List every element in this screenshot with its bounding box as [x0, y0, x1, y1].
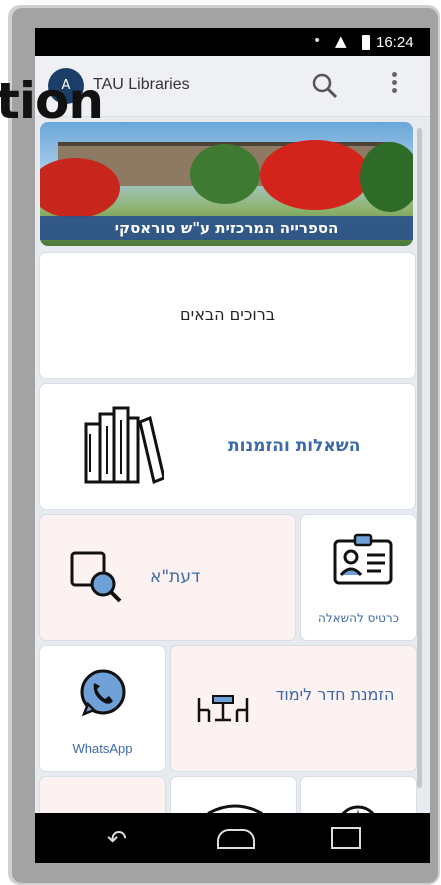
- scrollbar[interactable]: [417, 128, 422, 788]
- overlay-text: tion: [0, 72, 104, 130]
- phone-screen: • ▲ 16:24 A TAU Libraries הספרייה המרכזי…: [35, 28, 430, 863]
- table-chairs-icon: [197, 695, 249, 722]
- home-icon[interactable]: [217, 829, 255, 849]
- overflow-menu-icon[interactable]: [392, 72, 398, 96]
- banner-caption: הספרייה המרכזית ע"ש סוראסקי: [40, 216, 413, 240]
- loan-card-label: כרטיס להשאלה: [317, 611, 400, 625]
- loans-reservations-label: השאלות והזמנות: [228, 436, 361, 456]
- status-bar: • ▲ 16:24: [35, 28, 430, 56]
- search-icon[interactable]: [311, 72, 339, 100]
- wifi-icon: ▲: [335, 32, 347, 50]
- welcome-label: ברוכים הבאים: [180, 305, 275, 324]
- daata-label: דעת"א: [150, 567, 201, 587]
- books-icon: [84, 406, 164, 485]
- battery-icon: [362, 35, 370, 50]
- recent-apps-icon[interactable]: [331, 827, 361, 849]
- daata-tile[interactable]: דעת"א: [39, 514, 296, 641]
- welcome-tile[interactable]: ברוכים הבאים: [39, 252, 416, 379]
- loans-reservations-tile[interactable]: השאלות והזמנות: [39, 383, 416, 510]
- study-room-label: הזמנת חדר לימוד: [275, 685, 395, 704]
- whatsapp-label: WhatsApp: [72, 741, 133, 756]
- search-document-icon: [70, 551, 122, 603]
- status-time: 16:24: [376, 34, 414, 51]
- whatsapp-tile[interactable]: WhatsApp: [39, 645, 166, 772]
- study-room-tile[interactable]: הזמנת חדר לימוד: [170, 645, 417, 772]
- library-banner: הספרייה המרכזית ע"ש סוראסקי: [40, 122, 413, 246]
- app-title: TAU Libraries: [93, 76, 190, 93]
- bluetooth-icon: •: [313, 33, 322, 49]
- back-icon[interactable]: ↶: [107, 825, 127, 853]
- loan-card-tile[interactable]: כרטיס להשאלה: [300, 514, 417, 641]
- id-card-icon: [333, 533, 393, 585]
- android-nav-bar: ↶: [35, 813, 430, 863]
- whatsapp-icon: [80, 669, 126, 717]
